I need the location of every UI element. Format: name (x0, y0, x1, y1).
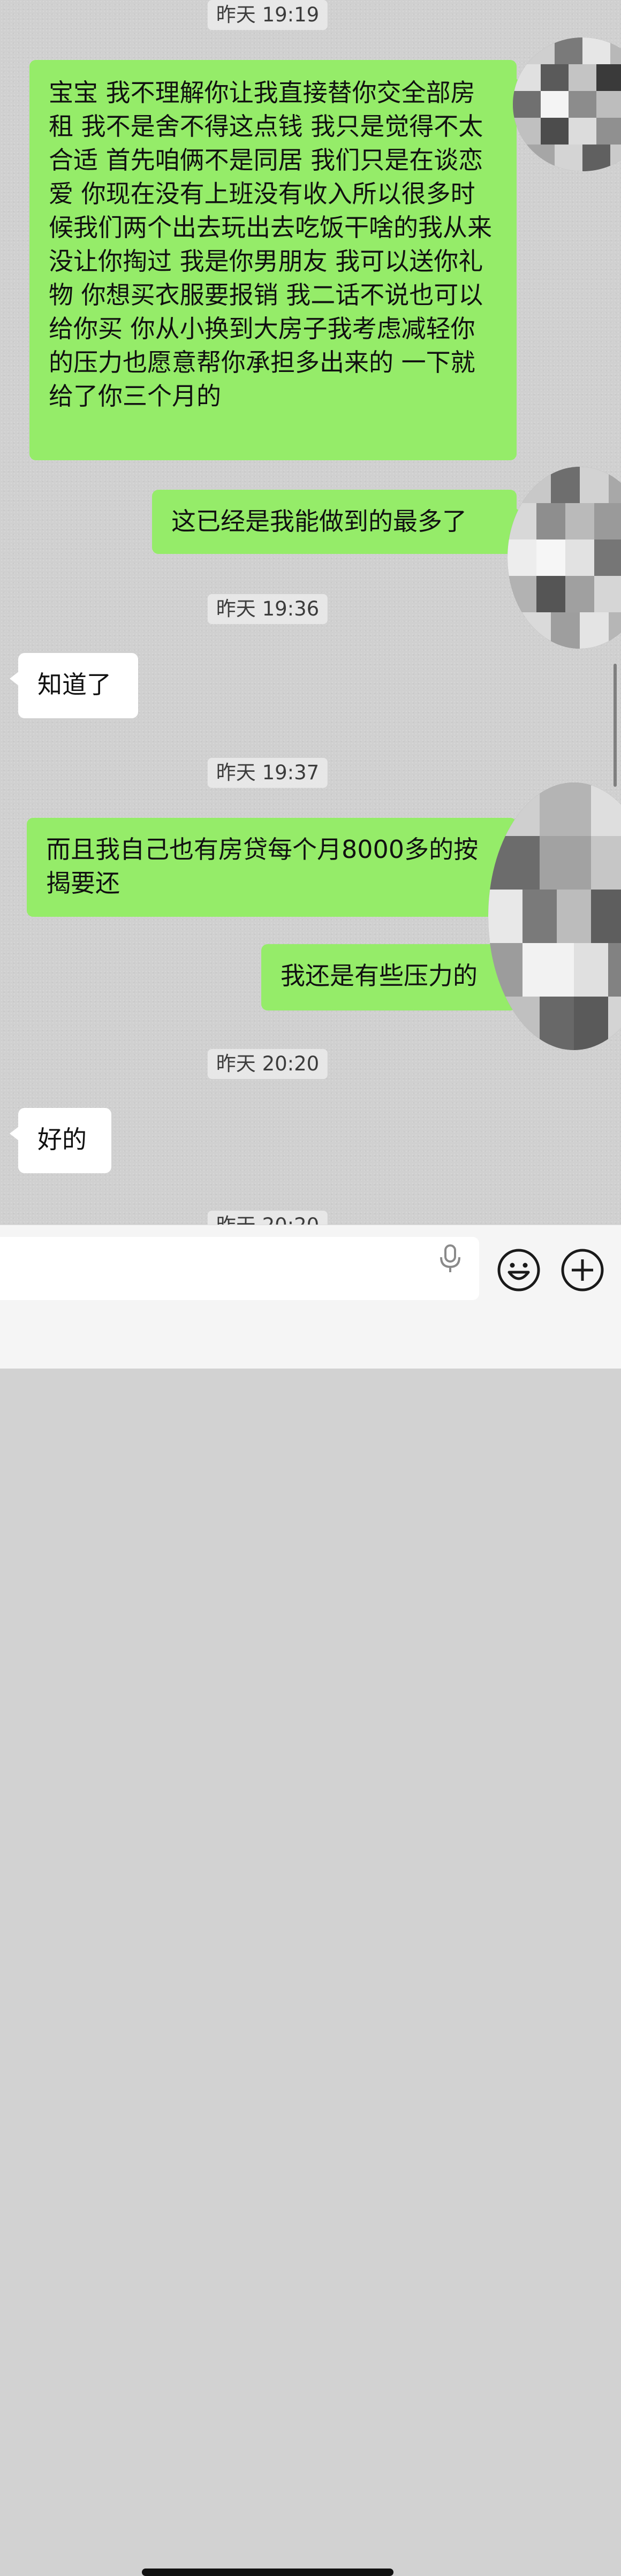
message-timestamp: 昨天 20:20 (207, 1211, 328, 1226)
message-timestamp: 昨天 20:20 (207, 1049, 328, 1079)
sent-message-bubble[interactable]: 这已经是我能做到的最多了 (152, 490, 525, 554)
scroll-indicator[interactable] (614, 664, 617, 787)
sent-message-bubble[interactable]: 而且我自己也有房贷每个月8000多的按揭要还 (27, 818, 525, 917)
pixelated-avatar-icon[interactable] (513, 37, 621, 171)
microphone-icon[interactable] (436, 1243, 464, 1273)
received-message-bubble[interactable]: 知道了 (10, 653, 138, 718)
input-bar (0, 1225, 621, 2576)
chat-area[interactable]: 昨天 19:19 宝宝 我不理解你让我直接替你交全部房租 我不是舍不得这点钱 我… (0, 0, 621, 1226)
plus-icon[interactable] (560, 1248, 605, 1293)
message-input[interactable] (0, 1237, 479, 1300)
pixelated-avatar-icon[interactable] (508, 467, 621, 649)
home-indicator[interactable] (142, 2569, 393, 2576)
received-message-bubble[interactable]: 好的 (10, 1108, 111, 1173)
emoji-icon[interactable] (496, 1248, 541, 1293)
message-timestamp: 昨天 19:36 (207, 594, 328, 624)
sent-message-bubble[interactable]: 我还是有些压力的 (261, 944, 525, 1010)
message-timestamp: 昨天 19:19 (207, 0, 328, 30)
sent-message-bubble[interactable]: 宝宝 我不理解你让我直接替你交全部房租 我不是舍不得这点钱 我只是觉得不太合适 … (29, 60, 525, 460)
message-timestamp: 昨天 19:37 (207, 758, 328, 788)
